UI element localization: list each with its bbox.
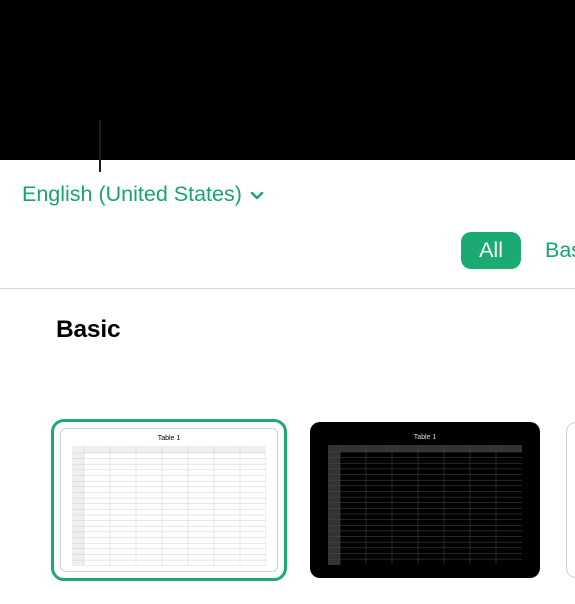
callout-line	[99, 120, 101, 172]
template-grid-preview	[72, 446, 266, 566]
template-grid-preview	[328, 445, 522, 565]
template-preview: Table 1	[316, 428, 534, 572]
template-next-partial[interactable]	[566, 422, 575, 578]
language-dropdown[interactable]: English (United States)	[22, 182, 264, 207]
language-label: English (United States)	[22, 182, 242, 207]
template-chooser-panel: English (United States) All Basic Basic …	[0, 160, 575, 604]
filter-row: All Basic	[461, 232, 575, 269]
chevron-down-icon	[250, 188, 264, 202]
template-preview: Table 1	[60, 428, 278, 572]
templates-row: Table 1 Table 1	[54, 422, 575, 578]
section-title-basic: Basic	[56, 316, 120, 344]
template-blank-light[interactable]: Table 1	[54, 422, 284, 578]
filter-basic-button[interactable]: Basic	[545, 238, 575, 263]
template-blank-dark[interactable]: Table 1	[310, 422, 540, 578]
template-label: Table 1	[158, 435, 181, 442]
template-label: Table 1	[414, 434, 437, 441]
filter-all-button[interactable]: All	[461, 232, 521, 269]
top-black-region	[0, 0, 575, 160]
header-divider	[0, 288, 575, 289]
